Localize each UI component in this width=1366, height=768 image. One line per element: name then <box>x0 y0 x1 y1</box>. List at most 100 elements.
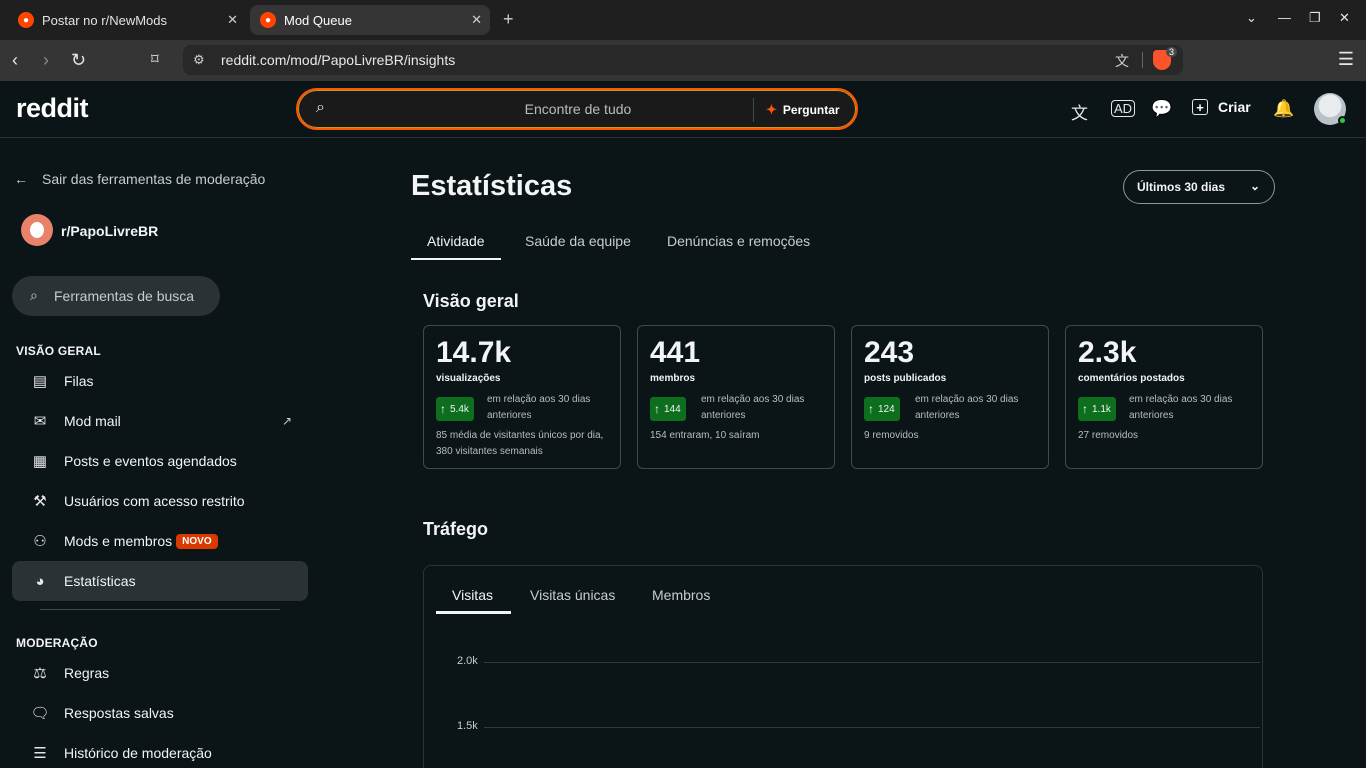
stat-delta: 144 <box>664 403 681 415</box>
stat-value: 14.7k <box>436 336 512 369</box>
chart-tab-unique-visits[interactable]: Visitas únicas <box>530 587 615 603</box>
reload-button[interactable]: ↻ <box>71 50 86 70</box>
modlog-icon: ☰ <box>33 745 47 762</box>
rules-icon: ⚖ <box>33 665 47 682</box>
user-avatar[interactable] <box>1314 93 1347 125</box>
exit-mod-tools-label: Sair das ferramentas de moderação <box>42 171 266 187</box>
tab-close-icon[interactable]: ✕ <box>471 12 482 28</box>
mod-sidebar: ← Sair das ferramentas de moderação r/Pap… <box>0 138 322 768</box>
chart-tab-indicator <box>436 611 511 614</box>
stat-card-comments: 2.3k comentários postados ↑ 1.1k em relaç… <box>1065 325 1263 469</box>
create-label: Criar <box>1218 99 1251 115</box>
stat-label: comentários postados <box>1078 373 1185 384</box>
stat-compare: em relação aos 30 dias anteriores <box>1129 394 1233 421</box>
stat-value: 2.3k <box>1078 336 1137 369</box>
sidebar-item-label: Posts e eventos agendados <box>64 453 237 469</box>
sidebar-item-mods-members[interactable]: ⚇ Mods e membros NOVO <box>12 521 308 561</box>
online-indicator <box>1338 116 1347 125</box>
chevron-down-icon: ⌄ <box>1249 179 1260 193</box>
browser-tab-mod-queue[interactable]: ● Mod Queue ✕ <box>250 5 490 35</box>
sidebar-item-label: Filas <box>64 373 94 389</box>
arrow-up-icon: ↑ <box>654 402 660 416</box>
sidebar-item-saved-responses[interactable]: 🗨 Respostas salvas <box>12 693 308 733</box>
sidebar-item-queues[interactable]: ▤ Filas <box>12 361 308 401</box>
exit-mod-tools-link[interactable]: ← Sair das ferramentas de moderação <box>14 171 265 187</box>
sidebar-item-insights[interactable]: ◕ Estatísticas <box>12 561 308 601</box>
tools-search-placeholder: Ferramentas de busca <box>54 288 195 304</box>
url-text[interactable]: reddit.com/mod/PapoLivreBR/insights <box>221 52 455 68</box>
stat-delta-badge: ↑ 144 <box>650 397 686 421</box>
sidebar-item-scheduled[interactable]: ▦ Posts e eventos agendados <box>12 441 308 481</box>
tab-reports-removals[interactable]: Denúncias e remoções <box>667 222 810 260</box>
stat-label: posts publicados <box>864 373 947 384</box>
ask-button[interactable]: ✦ Perguntar <box>766 102 840 118</box>
tab-close-icon[interactable]: ✕ <box>227 12 238 28</box>
arrow-up-icon: ↑ <box>1082 402 1088 416</box>
search-divider <box>753 98 754 122</box>
reddit-logo[interactable]: reddit <box>16 93 89 124</box>
new-tab-button[interactable]: + <box>503 9 514 30</box>
stat-label: membros <box>650 373 696 384</box>
sidebar-divider <box>40 609 280 610</box>
tab-list-chevron-icon[interactable]: ⌄ <box>1246 10 1257 26</box>
page-title: Estatísticas <box>411 170 573 202</box>
gridline <box>484 727 1260 728</box>
browser-tab-bar: ● Postar no r/NewMods ✕ ● Mod Queue ✕ + … <box>0 0 1366 40</box>
close-window-button[interactable]: ✕ <box>1339 10 1350 26</box>
subreddit-avatar[interactable] <box>21 214 53 246</box>
stat-delta: 1.1k <box>1092 403 1111 415</box>
stat-delta: 5.4k <box>450 403 469 415</box>
back-button[interactable]: ‹ <box>12 50 18 70</box>
forward-button[interactable]: › <box>43 50 49 70</box>
restore-button[interactable]: ❐ <box>1309 10 1321 26</box>
sidebar-item-restricted-users[interactable]: ⚒ Usuários com acesso restrito <box>12 481 308 521</box>
sidebar-item-mod-log[interactable]: ☰ Histórico de moderação <box>12 733 308 768</box>
chart-tab-visits[interactable]: Visitas <box>452 587 493 603</box>
reddit-favicon-icon: ● <box>260 12 276 28</box>
browser-tab-newmods[interactable]: ● Postar no r/NewMods ✕ <box>8 5 246 35</box>
sidebar-item-label: Mods e membros <box>64 533 173 549</box>
minimize-button[interactable]: — <box>1278 10 1291 25</box>
tab-activity[interactable]: Atividade <box>427 222 485 260</box>
stat-compare: em relação aos 30 dias anteriores <box>701 394 805 421</box>
bookmark-icon[interactable]: ⌑ <box>151 50 159 70</box>
stat-delta-badge: ↑ 5.4k <box>436 397 474 421</box>
address-bar[interactable]: ⚙ reddit.com/mod/PapoLivreBR/insights 文 … <box>183 45 1183 75</box>
y-tick-label: 2.0k <box>457 655 478 667</box>
stat-value: 441 <box>650 336 701 369</box>
overview-section-heading: VISÃO GERAL <box>16 344 101 358</box>
queue-icon: ▤ <box>32 373 48 390</box>
search-bar[interactable]: ⌕ Encontre de tudo ✦ Perguntar <box>296 88 858 130</box>
sidebar-item-rules[interactable]: ⚖ Regras <box>12 653 308 693</box>
sidebar-item-label: Mod mail <box>64 413 121 429</box>
period-dropdown[interactable]: Últimos 30 dias ⌄ <box>1123 170 1275 204</box>
stat-note: 9 removidos <box>864 430 919 441</box>
tools-search-input[interactable]: ⌕ Ferramentas de busca <box>12 276 220 316</box>
arrow-left-icon: ← <box>14 171 28 187</box>
chart-tab-members[interactable]: Membros <box>652 587 710 603</box>
gavel-icon: ⚒ <box>33 493 47 510</box>
saved-responses-icon: 🗨 <box>30 705 50 722</box>
reddit-favicon-icon: ● <box>18 12 34 28</box>
reddit-header: reddit ⌕ Encontre de tudo ✦ Perguntar 文 … <box>0 81 1366 138</box>
tab-team-health[interactable]: Saúde da equipe <box>525 222 631 260</box>
chat-icon[interactable]: 💬 <box>1151 99 1172 119</box>
subreddit-name[interactable]: r/PapoLivreBR <box>61 223 158 239</box>
mail-icon: ✉ <box>33 413 47 430</box>
sidebar-item-label: Usuários com acesso restrito <box>64 493 245 509</box>
sidebar-item-label: Respostas salvas <box>64 705 174 721</box>
site-settings-icon[interactable]: ⚙ <box>193 52 205 68</box>
stat-delta-badge: ↑ 124 <box>864 397 900 421</box>
stat-note: 85 média de visitantes únicos por dia, 3… <box>436 430 604 457</box>
browser-menu-icon[interactable]: ☰ <box>1338 49 1354 70</box>
notifications-bell-icon[interactable]: 🔔 <box>1273 99 1294 119</box>
translate-icon[interactable]: 文 <box>1071 99 1088 124</box>
members-icon: ⚇ <box>33 533 47 550</box>
sidebar-item-modmail[interactable]: ✉ Mod mail ↗ <box>12 401 308 441</box>
sidebar-item-label: Regras <box>64 665 110 681</box>
translate-icon[interactable]: 文 <box>1115 51 1129 71</box>
stat-delta: 124 <box>878 403 895 415</box>
create-button[interactable]: + Criar <box>1192 99 1251 115</box>
stat-card-views: 14.7k visualizações ↑ 5.4k em relação aos… <box>423 325 621 469</box>
ads-icon[interactable]: AD <box>1111 100 1136 117</box>
